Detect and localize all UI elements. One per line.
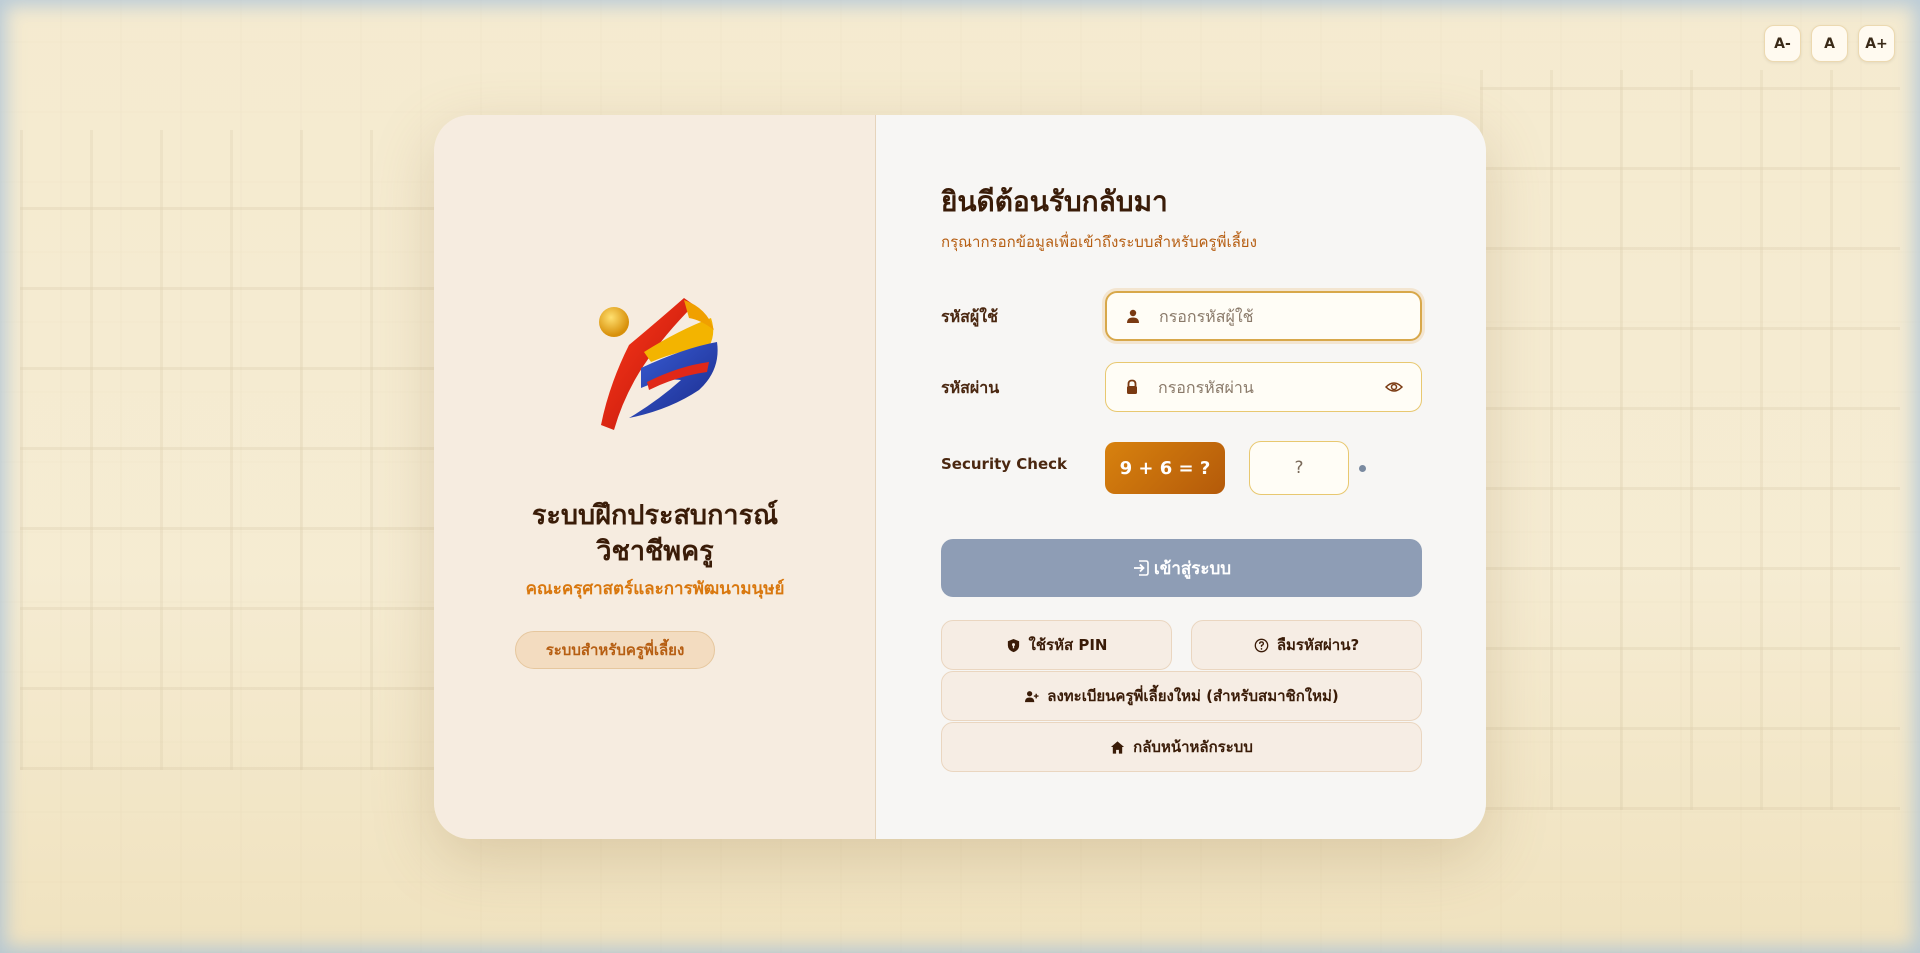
register-button[interactable]: ลงทะเบียนครูพี่เลี้ยงใหม่ (สำหรับสมาชิกใ… bbox=[941, 671, 1422, 721]
font-size-controls: A- A A+ bbox=[1764, 25, 1895, 62]
username-field[interactable] bbox=[1105, 291, 1422, 341]
faculty-name: คณะครุศาสตร์และการพัฒนามนุษย์ bbox=[525, 579, 785, 599]
role-badge: ระบบสำหรับครูพี่เลี้ยง bbox=[515, 631, 715, 669]
user-icon bbox=[1127, 309, 1139, 323]
background-building-left bbox=[20, 130, 440, 770]
system-logo bbox=[599, 298, 718, 430]
captcha-question: 9 + 6 = ? bbox=[1105, 442, 1225, 494]
home-icon bbox=[1111, 740, 1125, 754]
use-pin-label: ใช้รหัส PIN bbox=[1028, 636, 1108, 654]
captcha-status-dot bbox=[1359, 465, 1366, 472]
lock-icon bbox=[1127, 379, 1137, 394]
password-input[interactable] bbox=[1158, 377, 1378, 397]
captcha-input[interactable] bbox=[1259, 458, 1339, 478]
password-label: รหัสผ่าน bbox=[941, 378, 1000, 397]
login-card: ระบบฝึกประสบการณ์ วิชาชีพครู คณะครุศาสตร… bbox=[434, 115, 1486, 839]
shield-icon bbox=[1007, 638, 1019, 652]
back-home-label: กลับหน้าหลักระบบ bbox=[1133, 738, 1253, 756]
use-pin-button[interactable]: ใช้รหัส PIN bbox=[941, 620, 1172, 670]
system-title: ระบบฝึกประสบการณ์ วิชาชีพครู bbox=[434, 498, 876, 570]
system-title-line1: ระบบฝึกประสบการณ์ bbox=[531, 500, 779, 531]
welcome-subtitle: กรุณากรอกข้อมูลเพื่อเข้าถึงระบบสำหรับครู… bbox=[941, 233, 1257, 251]
system-title-line2: วิชาชีพครู bbox=[596, 536, 714, 567]
username-input[interactable] bbox=[1159, 306, 1379, 326]
register-label: ลงทะเบียนครูพี่เลี้ยงใหม่ (สำหรับสมาชิกใ… bbox=[1047, 687, 1339, 705]
font-normal-button[interactable]: A bbox=[1811, 25, 1848, 62]
brand-panel: ระบบฝึกประสบการณ์ วิชาชีพครู คณะครุศาสตร… bbox=[434, 115, 876, 839]
user-plus-icon bbox=[1025, 690, 1039, 702]
forgot-password-button[interactable]: ลืมรหัสผ่าน? bbox=[1191, 620, 1422, 670]
back-home-button[interactable]: กลับหน้าหลักระบบ bbox=[941, 722, 1422, 772]
login-button[interactable]: เข้าสู่ระบบ bbox=[941, 539, 1422, 597]
login-button-label: เข้าสู่ระบบ bbox=[1153, 558, 1232, 579]
login-form-panel: ยินดีต้อนรับกลับมา กรุณากรอกข้อมูลเพื่อเ… bbox=[876, 115, 1486, 839]
font-decrease-button[interactable]: A- bbox=[1764, 25, 1801, 62]
welcome-title: ยินดีต้อนรับกลับมา bbox=[941, 185, 1168, 218]
background-building-right bbox=[1480, 70, 1900, 810]
password-field[interactable] bbox=[1105, 362, 1422, 412]
font-increase-button[interactable]: A+ bbox=[1858, 25, 1895, 62]
security-check-label: Security Check bbox=[941, 455, 1067, 473]
captcha-field[interactable] bbox=[1249, 441, 1349, 495]
question-circle-icon bbox=[1254, 638, 1269, 652]
username-label: รหัสผู้ใช้ bbox=[941, 307, 998, 326]
eye-icon[interactable] bbox=[1385, 380, 1403, 394]
sign-in-icon bbox=[1133, 560, 1149, 576]
forgot-password-label: ลืมรหัสผ่าน? bbox=[1276, 636, 1360, 654]
